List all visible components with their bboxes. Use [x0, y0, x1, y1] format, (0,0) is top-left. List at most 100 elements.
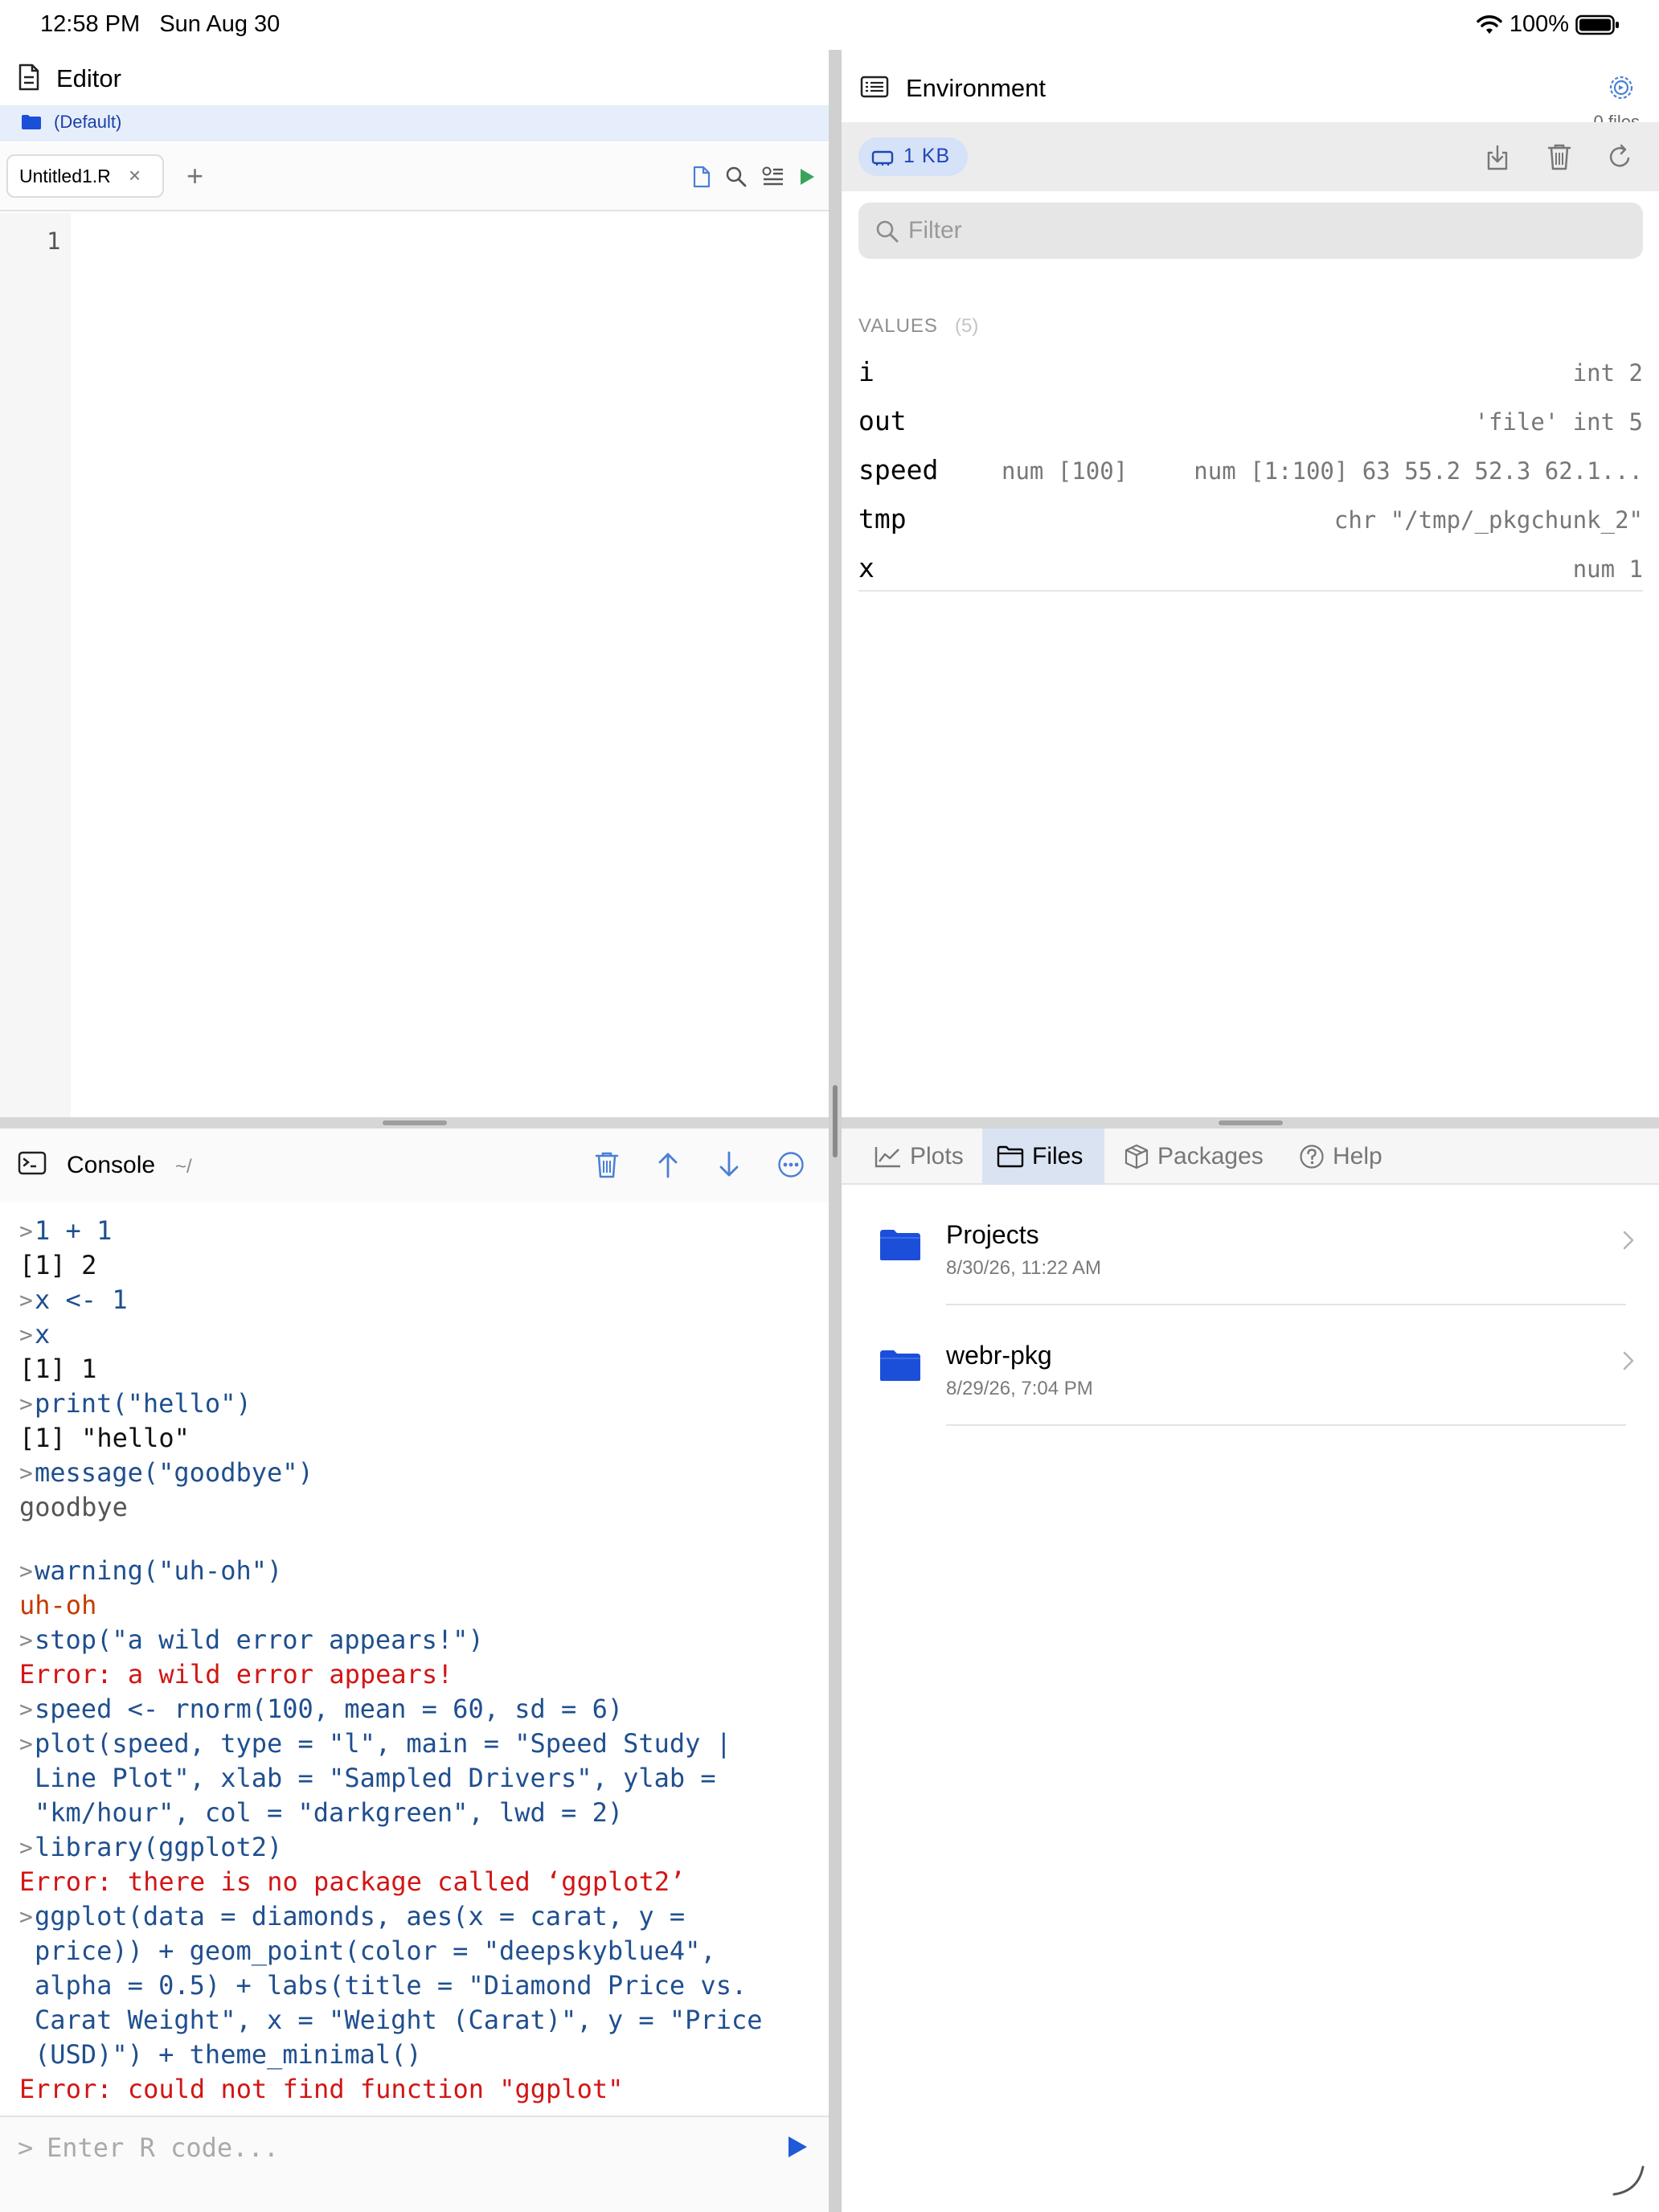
wifi-icon: [1476, 14, 1503, 35]
file-row-webr-pkg[interactable]: webr-pkg 8/29/26, 7:04 PM: [842, 1305, 1659, 1426]
resize-handle-icon[interactable]: [1611, 2162, 1646, 2198]
variable-row-i[interactable]: i int 2: [858, 348, 1643, 396]
console-prompt-marker: >: [19, 1321, 33, 1348]
send-icon[interactable]: [786, 2135, 809, 2159]
project-name[interactable]: (Default): [54, 112, 121, 133]
list-icon: [860, 76, 889, 98]
variable-value: num 1: [1572, 555, 1643, 583]
variable-row-speed[interactable]: speed num [100] num [1:100] 63 55.2 52.3…: [858, 446, 1643, 494]
status-indicators: 100%: [1476, 11, 1620, 38]
console-line-in: > x: [19, 1317, 815, 1352]
variable-name: speed: [858, 454, 939, 485]
console-line-err: Error: could not find function "ggplot": [19, 2074, 624, 2104]
console-input-code: warning("uh-oh"): [35, 1555, 283, 1586]
chevron-right-icon: [1622, 1230, 1635, 1251]
code-editor[interactable]: [0, 213, 829, 1118]
console-input[interactable]: [47, 2130, 754, 2165]
folder-icon: [997, 1145, 1024, 1168]
chevron-right-icon: [1622, 1350, 1635, 1371]
console-prompt-marker: >: [19, 1558, 33, 1584]
chart-icon: [875, 1145, 902, 1168]
console-input-code: stop("a wild error appears!"): [35, 1624, 484, 1655]
variable-value: 'file' int 5: [1474, 408, 1643, 436]
vertical-splitter[interactable]: [829, 50, 842, 2212]
console-line-in: > stop("a wild error appears!"): [19, 1623, 815, 1657]
console-prompt-marker: >: [19, 1287, 33, 1313]
variable-name: out: [858, 405, 907, 436]
package-icon: [1124, 1144, 1149, 1169]
console-input-code: message("goodbye"): [35, 1457, 313, 1488]
console-line-in: > plot(speed, type = "l", main = "Speed S…: [19, 1727, 815, 1830]
add-tab-button[interactable]: +: [186, 159, 203, 193]
console-line-in: > warning("uh-oh"): [19, 1554, 815, 1588]
row-divider: [946, 1424, 1626, 1426]
clear-console-icon[interactable]: [595, 1151, 619, 1178]
variable-value: int 2: [1572, 359, 1643, 387]
tab-close-icon[interactable]: ×: [129, 163, 141, 188]
list-divider: [858, 590, 1643, 592]
memory-chip-icon: [871, 150, 894, 166]
console-line-out: [1] 1: [19, 1354, 97, 1384]
console-input-code: 1 + 1: [35, 1215, 113, 1246]
editor-console-splitter[interactable]: [0, 1117, 829, 1129]
history-up-icon[interactable]: [657, 1151, 678, 1178]
console-input-code: x <- 1: [35, 1284, 128, 1315]
import-icon[interactable]: [1485, 145, 1509, 170]
help-icon: [1299, 1144, 1325, 1169]
folder-icon: [21, 114, 42, 130]
tab-plots[interactable]: Plots: [860, 1129, 978, 1185]
status-time: 12:58 PM Sun Aug 30: [40, 11, 280, 38]
filter-input[interactable]: [908, 213, 1616, 248]
console-line-in: > ggplot(data = diamonds, aes(x = carat, …: [19, 1899, 815, 2072]
file-row-projects[interactable]: Projects 8/30/26, 11:22 AM: [842, 1185, 1659, 1305]
values-count: (5): [955, 315, 979, 337]
console-input-code: speed <- rnorm(100, mean = 60, sd = 6): [35, 1694, 624, 1724]
status-clock: 12:58 PM: [40, 11, 141, 37]
variable-row-out[interactable]: out 'file' int 5: [858, 397, 1643, 445]
console-line-err: Error: there is no package called ‘ggplo…: [19, 1866, 686, 1897]
file-name: Projects: [946, 1220, 1039, 1249]
console-prompt-marker: >: [19, 1696, 33, 1722]
project-selector[interactable]: [0, 105, 829, 141]
file-date: 8/29/26, 7:04 PM: [946, 1378, 1093, 1399]
new-file-icon[interactable]: [693, 166, 711, 188]
console-prompt-marker: >: [19, 1731, 33, 1757]
tab-label: Files: [1032, 1143, 1083, 1169]
variable-name: x: [858, 552, 875, 584]
format-code-icon[interactable]: [762, 166, 784, 187]
file-name: webr-pkg: [946, 1341, 1052, 1370]
variable-name: i: [858, 356, 875, 387]
tab-label[interactable]: Untitled1.R: [19, 166, 111, 187]
run-icon[interactable]: [798, 167, 816, 186]
settings-icon[interactable]: [1608, 74, 1635, 101]
console-title: Console: [67, 1152, 156, 1178]
search-icon[interactable]: [726, 166, 747, 187]
console-line-in: >1 + 1: [19, 1214, 815, 1248]
environment-title: Environment: [906, 74, 1047, 102]
console-line-err: Error: a wild error appears!: [19, 1659, 453, 1690]
folder-icon: [879, 1228, 922, 1262]
refresh-icon[interactable]: [1608, 143, 1633, 170]
battery-percent: 100%: [1509, 11, 1569, 37]
console-input-code: print("hello"): [35, 1388, 252, 1419]
tab-packages[interactable]: Packages: [1109, 1129, 1278, 1185]
console-line-in: > print("hello"): [19, 1387, 815, 1421]
console-prompt-marker: >: [19, 1218, 33, 1244]
variable-type: num [100]: [1002, 457, 1129, 485]
clear-environment-icon[interactable]: [1547, 143, 1571, 170]
editor-title: Editor: [56, 64, 121, 92]
console-line-warn: uh-oh: [19, 1590, 97, 1620]
console-prompt: >: [18, 2132, 34, 2163]
environment-files-splitter[interactable]: [842, 1117, 1659, 1129]
console-line-out: [1] "hello": [19, 1423, 190, 1453]
variable-row-x[interactable]: x num 1: [858, 544, 1643, 592]
folder-icon: [879, 1349, 922, 1382]
history-down-icon[interactable]: [719, 1151, 739, 1178]
tab-help[interactable]: Help: [1284, 1129, 1397, 1185]
console-input-code: ggplot(data = diamonds, aes(x = carat, y…: [35, 1901, 763, 2070]
variable-row-tmp[interactable]: tmp chr "/tmp/_pkgchunk_2": [858, 495, 1643, 543]
more-options-icon[interactable]: [777, 1151, 805, 1178]
tab-files[interactable]: Files: [982, 1129, 1104, 1185]
console-working-dir: ~/: [175, 1156, 192, 1178]
